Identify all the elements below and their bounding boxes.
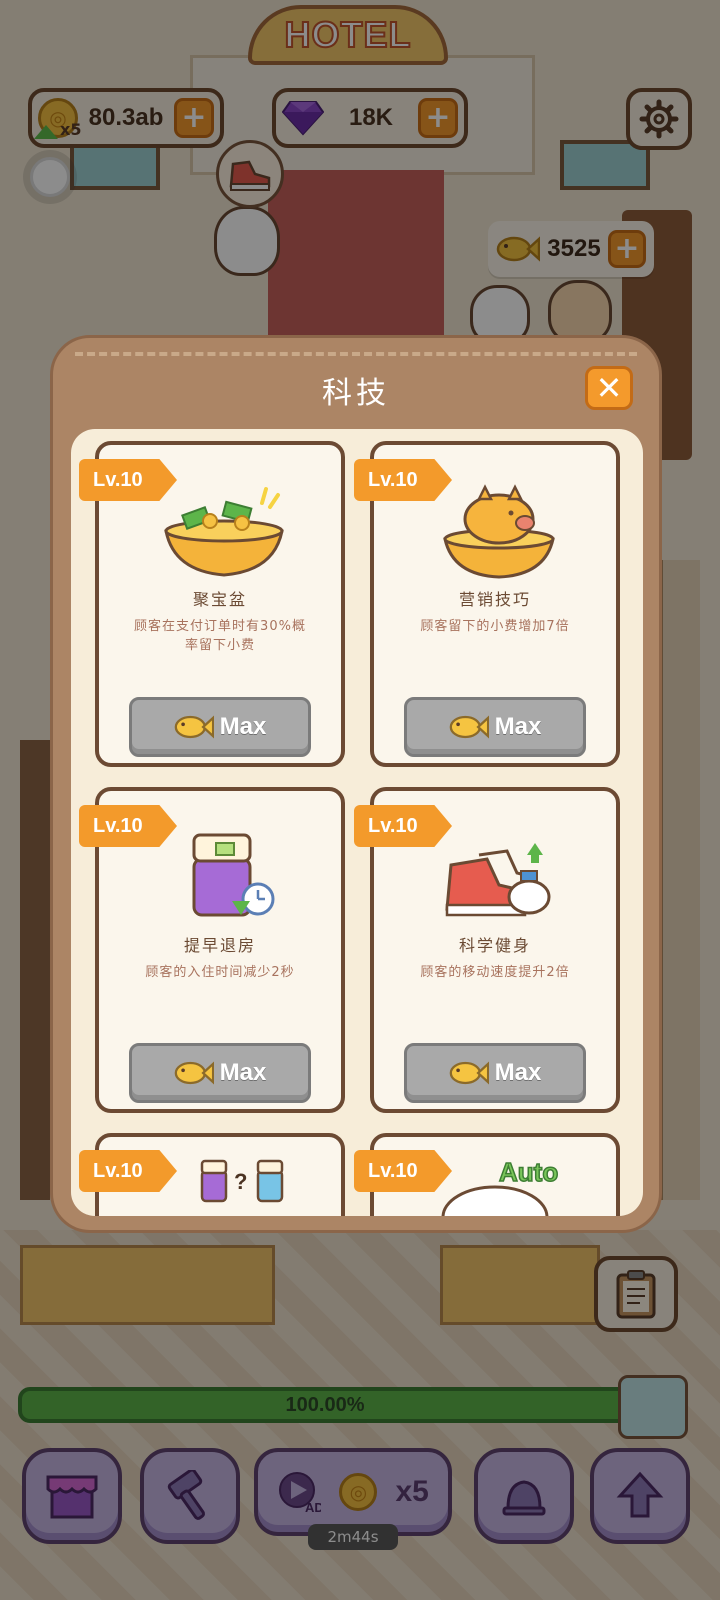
treasure-bowl-icon [154, 483, 294, 583]
close-icon: ✕ [595, 369, 623, 407]
room-swap-icon: ? [154, 1151, 294, 1216]
tech-name: 聚宝盆 [192, 590, 247, 609]
level-badge: Lv.10 [354, 805, 452, 847]
fish-icon [449, 715, 489, 739]
tech-dialog: 科技 ✕ 聚宝盆 顾客在支付订单时有30%概率留下小费 Max 营销技巧 顾客留… [50, 335, 662, 1233]
tech-name: 营销技巧 [458, 590, 531, 609]
upgrade-max-button[interactable]: Max [129, 697, 311, 757]
level-badge: Lv.10 [354, 459, 452, 501]
tech-description: 顾客留下的小费增加7倍 [420, 619, 570, 634]
fish-icon [174, 1061, 214, 1085]
max-label: Max [219, 713, 267, 740]
upgrade-max-button[interactable]: Max [404, 697, 586, 757]
level-badge: Lv.10 [79, 805, 177, 847]
tech-description: 顾客在支付订单时有30%概率留下小费 [134, 619, 306, 653]
level-badge: Lv.10 [354, 1150, 452, 1192]
upgrade-max-button[interactable]: Max [404, 1043, 586, 1103]
upgrade-max-button[interactable]: Max [129, 1043, 311, 1103]
tech-description: 顾客的移动速度提升2倍 [420, 965, 570, 980]
fish-icon [174, 715, 214, 739]
max-label: Max [494, 713, 542, 740]
piggy-bank-icon [429, 483, 569, 583]
tech-list[interactable]: 聚宝盆 顾客在支付订单时有30%概率留下小费 Max 营销技巧 顾客留下的小费增… [71, 429, 643, 1216]
max-label: Max [494, 1059, 542, 1086]
level-badge: Lv.10 [79, 459, 177, 501]
sneaker-cat-icon [429, 829, 569, 929]
fish-icon [449, 1061, 489, 1085]
auto-robot-icon: Auto [429, 1151, 569, 1216]
svg-text:Auto: Auto [499, 1157, 558, 1187]
level-badge: Lv.10 [79, 1150, 177, 1192]
tech-name: 科学健身 [458, 936, 531, 955]
svg-text:?: ? [234, 1169, 247, 1194]
max-label: Max [219, 1059, 267, 1086]
bed-clock-icon [154, 829, 294, 929]
close-button[interactable]: ✕ [585, 366, 633, 410]
tech-description: 顾客的入住时间减少2秒 [145, 965, 295, 980]
tech-name: 提早退房 [183, 936, 256, 955]
dialog-title: 科技 [322, 376, 390, 411]
